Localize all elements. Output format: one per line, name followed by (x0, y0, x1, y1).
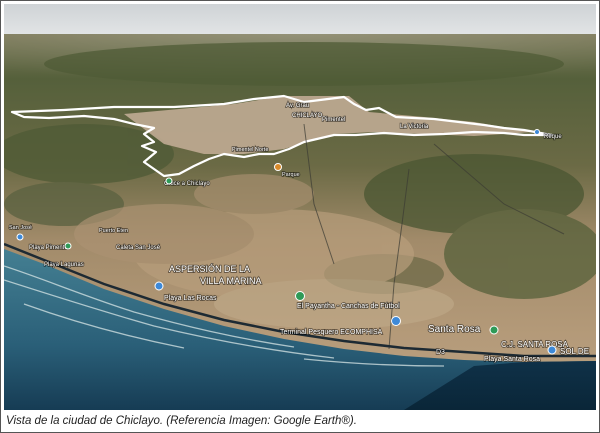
label-sol[interactable]: SOL DE (559, 346, 590, 357)
label-mid-1[interactable]: Pimentel Norte (231, 146, 269, 154)
label-city-area-2[interactable]: CHICLAYO (291, 112, 323, 120)
map-pin-icon[interactable] (295, 291, 305, 301)
figure-caption: Vista de la ciudad de Chiclayo. (Referen… (6, 415, 357, 427)
label-la-victoria[interactable]: La Victoria (399, 123, 430, 131)
map-pin-icon[interactable] (489, 325, 499, 335)
label-city-area-3[interactable]: Pimentel (321, 116, 346, 124)
label-east-edge[interactable]: Reque (543, 133, 563, 141)
label-coast-3[interactable]: Playa Lagunas (43, 261, 84, 269)
aerial-map-view[interactable]: Av. Grau CHICLAYO Pimentel La Victoria R… (4, 4, 596, 410)
map-pin-icon[interactable] (165, 177, 173, 185)
label-west-edge[interactable]: San José (8, 224, 33, 232)
figure-frame: Av. Grau CHICLAYO Pimentel La Victoria R… (0, 0, 600, 433)
label-coast-town[interactable]: Puerto Eten (98, 227, 129, 235)
label-big-1[interactable]: ASPERSIÓN DE LA (168, 263, 251, 275)
label-beach-1[interactable]: Playa Las Rocas (163, 294, 218, 303)
label-coast-2[interactable]: Caleta San José (115, 244, 161, 252)
label-santa-rosa[interactable]: Santa Rosa (427, 323, 481, 336)
label-city-area-1[interactable]: Av. Grau (285, 102, 310, 110)
label-big-2[interactable]: VILLA MARINA (199, 275, 262, 287)
map-pin-icon[interactable] (547, 345, 557, 355)
map-pin-icon[interactable] (274, 163, 282, 171)
label-mid-3[interactable]: Parque (281, 171, 300, 179)
map-pin-icon[interactable] (64, 242, 72, 250)
map-pin-icon[interactable] (16, 233, 24, 241)
label-coast-1[interactable]: Playa Pimentel (28, 244, 70, 252)
map-pin-icon[interactable] (154, 281, 164, 291)
map-pin-icon[interactable] (391, 316, 401, 326)
label-field[interactable]: El Payantha - Canchas de Fútbol (296, 302, 401, 311)
map-pin-icon[interactable] (534, 129, 540, 135)
label-cj-santa-rosa[interactable]: C.J. SANTA ROSA (500, 339, 569, 350)
label-terminal[interactable]: Terminal Pesquero ECOMPHISA (279, 328, 383, 337)
label-road-code[interactable]: D3 (435, 348, 446, 357)
label-playa-santa-rosa[interactable]: Playa Santa Rosa (483, 355, 541, 364)
